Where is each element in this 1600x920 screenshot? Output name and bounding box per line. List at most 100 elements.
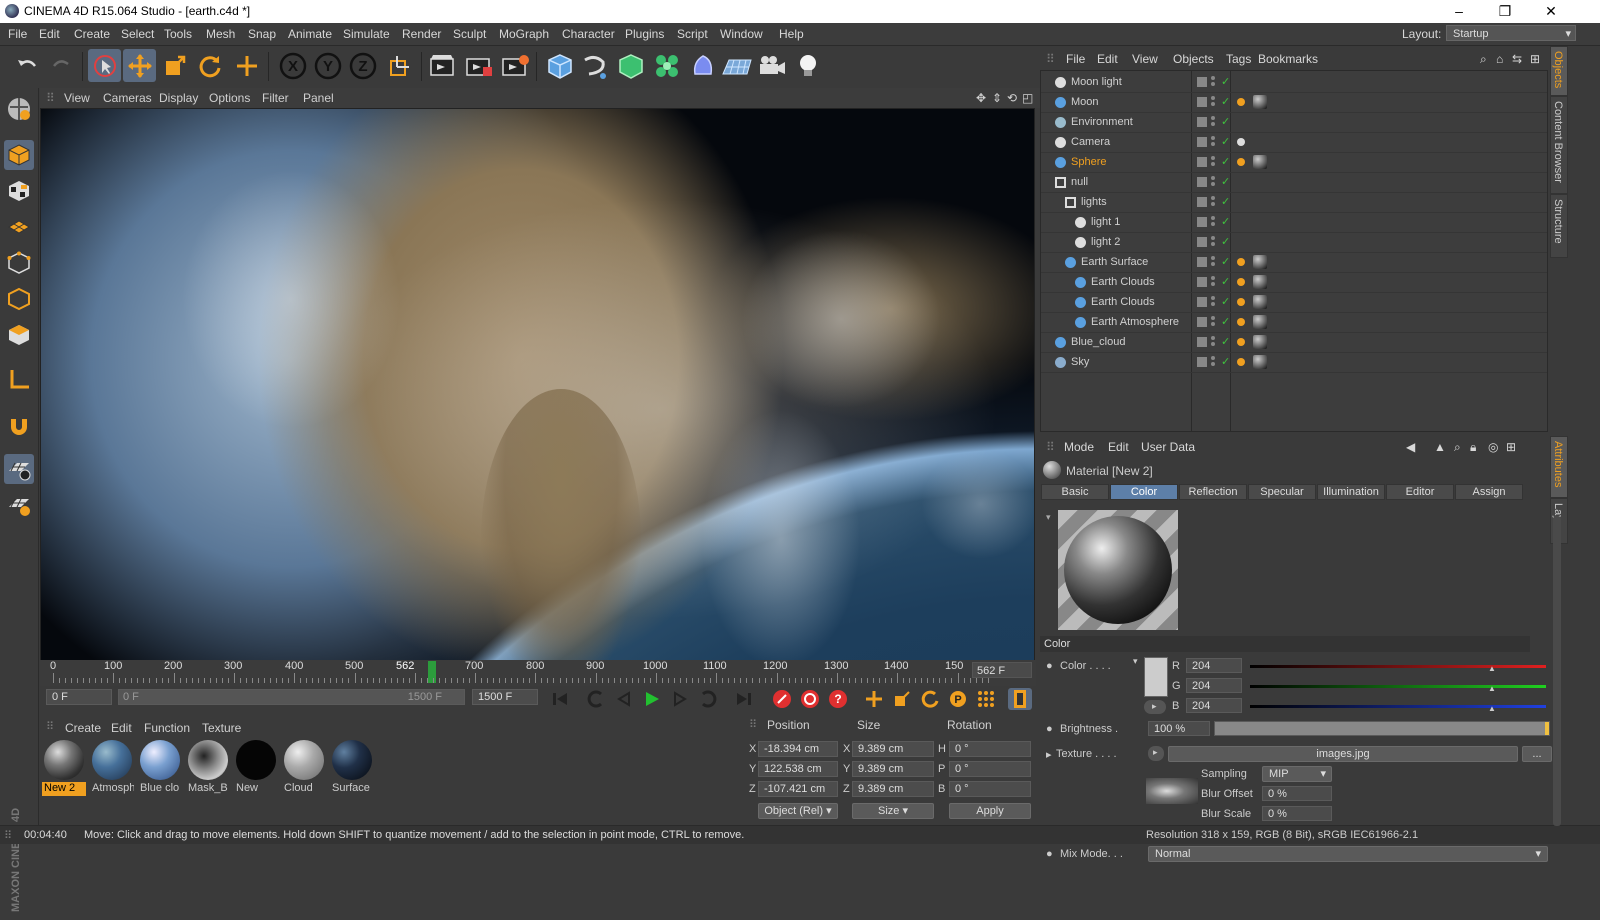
workplane-icon[interactable] (4, 212, 34, 242)
cloner-icon[interactable] (650, 49, 683, 82)
enabled-check-icon[interactable]: ✓ (1221, 295, 1230, 308)
layer-swatch-icon[interactable] (1197, 177, 1207, 187)
tag-icon[interactable] (1237, 258, 1245, 266)
material-tag-icon[interactable] (1253, 255, 1267, 269)
tab-reflection[interactable]: Reflection (1179, 484, 1247, 500)
menu-snap[interactable]: Snap (248, 27, 276, 41)
enabled-check-icon[interactable]: ✓ (1221, 75, 1230, 88)
pen-spline-icon[interactable] (578, 49, 611, 82)
layer-swatch-icon[interactable] (1197, 277, 1207, 287)
tab-objects[interactable]: Objects (1550, 46, 1568, 96)
camera-icon[interactable] (755, 49, 788, 82)
visibility-dots-icon[interactable] (1211, 256, 1215, 268)
r-field[interactable]: 204 (1186, 658, 1242, 673)
scale-icon[interactable] (158, 49, 191, 82)
menu-animate[interactable]: Animate (288, 27, 332, 41)
tag-icon[interactable] (1237, 358, 1245, 366)
viewport-menu-options[interactable]: Options (209, 91, 250, 105)
size-y-field[interactable]: 9.389 cm (852, 761, 934, 777)
start-frame-field[interactable]: 0 F (46, 689, 112, 705)
visibility-dots-icon[interactable] (1211, 156, 1215, 168)
rotate-icon[interactable] (193, 49, 226, 82)
rot-h-field[interactable]: 0 ° (949, 741, 1031, 757)
g-slider-handle[interactable]: ▲ (1488, 684, 1496, 693)
b-slider[interactable] (1250, 705, 1546, 708)
enabled-check-icon[interactable]: ✓ (1221, 95, 1230, 108)
apply-button[interactable]: Apply (949, 803, 1031, 819)
enabled-check-icon[interactable]: ✓ (1221, 195, 1230, 208)
layer-swatch-icon[interactable] (1197, 77, 1207, 87)
menu-plugins[interactable]: Plugins (625, 27, 664, 41)
object-row[interactable]: Earth Clouds ✓ (1041, 273, 1547, 293)
material-menu-texture[interactable]: Texture (202, 721, 241, 735)
material-swatch[interactable]: Blue clo (138, 738, 182, 796)
layer-swatch-icon[interactable] (1197, 217, 1207, 227)
back-arrow-icon[interactable]: ◀ (1406, 440, 1415, 454)
end-frame-field[interactable]: 1500 F (472, 689, 538, 705)
new-panel-icon[interactable]: ⊞ (1530, 52, 1540, 66)
obj-menu-edit[interactable]: Edit (1097, 52, 1118, 66)
enabled-check-icon[interactable]: ✓ (1221, 135, 1230, 148)
render-picture-viewer-icon[interactable] (462, 49, 495, 82)
attr-menu-edit[interactable]: Edit (1108, 440, 1129, 454)
attributes-scrollbar[interactable] (1553, 516, 1561, 826)
axis-mode-icon[interactable] (4, 364, 34, 394)
pos-x-field[interactable]: -18.394 cm (758, 741, 838, 757)
menu-create[interactable]: Create (74, 27, 110, 41)
material-tag-icon[interactable] (1253, 295, 1267, 309)
light-icon[interactable] (791, 49, 824, 82)
object-row[interactable]: light 1 ✓ (1041, 213, 1547, 233)
material-swatch[interactable]: Atmosph (90, 738, 134, 796)
model-mode-icon[interactable] (4, 140, 34, 170)
enabled-check-icon[interactable]: ✓ (1221, 255, 1230, 268)
layer-swatch-icon[interactable] (1197, 97, 1207, 107)
chevron-down-icon[interactable]: ▾ (1133, 656, 1138, 667)
undo-icon[interactable] (10, 49, 43, 82)
attr-menu-mode[interactable]: Mode (1064, 440, 1094, 454)
visibility-dots-icon[interactable] (1211, 356, 1215, 368)
live-selection-icon[interactable] (88, 49, 121, 82)
tag-icon[interactable] (1237, 338, 1245, 346)
visibility-dots-icon[interactable] (1211, 276, 1215, 288)
mix-mode-dropdown[interactable]: Normal ▾ (1148, 846, 1548, 862)
material-swatch[interactable]: Surface (330, 738, 374, 796)
r-slider[interactable] (1250, 665, 1546, 668)
visibility-dots-icon[interactable] (1211, 336, 1215, 348)
viewport-earth-render[interactable] (40, 108, 1035, 663)
enabled-check-icon[interactable]: ✓ (1221, 275, 1230, 288)
pos-y-field[interactable]: 122.538 cm (758, 761, 838, 777)
color-swatch[interactable] (1144, 657, 1168, 697)
material-tag-icon[interactable] (1253, 155, 1267, 169)
workplane-lock-icon[interactable] (4, 490, 34, 520)
viewport-zoom-icon[interactable]: ⇕ (992, 91, 1002, 105)
edges-mode-icon[interactable] (4, 284, 34, 314)
menu-mesh[interactable]: Mesh (206, 27, 235, 41)
target-icon[interactable]: ◎ (1488, 440, 1498, 454)
object-row[interactable]: Earth Atmosphere ✓ (1041, 313, 1547, 333)
lock-icon[interactable]: 🔒︎ (1470, 440, 1476, 455)
viewport-menu-panel[interactable]: Panel (303, 91, 334, 105)
tag-icon[interactable] (1237, 278, 1245, 286)
menu-help[interactable]: Help (779, 27, 804, 41)
layout-select[interactable]: Startup ▾ (1446, 25, 1576, 41)
enabled-check-icon[interactable]: ✓ (1221, 155, 1230, 168)
rot-b-field[interactable]: 0 ° (949, 781, 1031, 797)
material-tag-icon[interactable] (1253, 95, 1267, 109)
object-row[interactable]: Earth Clouds ✓ (1041, 293, 1547, 313)
layer-swatch-icon[interactable] (1197, 117, 1207, 127)
enabled-check-icon[interactable]: ✓ (1221, 235, 1230, 248)
g-slider[interactable] (1250, 685, 1546, 688)
goto-end-icon[interactable] (732, 688, 756, 710)
object-row[interactable]: Moon light ✓ (1041, 73, 1547, 93)
visibility-dots-icon[interactable] (1211, 236, 1215, 248)
texture-file-button[interactable]: images.jpg (1168, 746, 1518, 762)
obj-menu-view[interactable]: View (1132, 52, 1158, 66)
menu-render[interactable]: Render (402, 27, 441, 41)
menu-sculpt[interactable]: Sculpt (453, 27, 486, 41)
viewport-menu-view[interactable]: View (64, 91, 90, 105)
menu-edit[interactable]: Edit (39, 27, 60, 41)
tag-icon[interactable] (1237, 318, 1245, 326)
points-mode-icon[interactable] (4, 248, 34, 278)
obj-menu-objects[interactable]: Objects (1173, 52, 1214, 66)
tab-basic[interactable]: Basic (1041, 484, 1109, 500)
